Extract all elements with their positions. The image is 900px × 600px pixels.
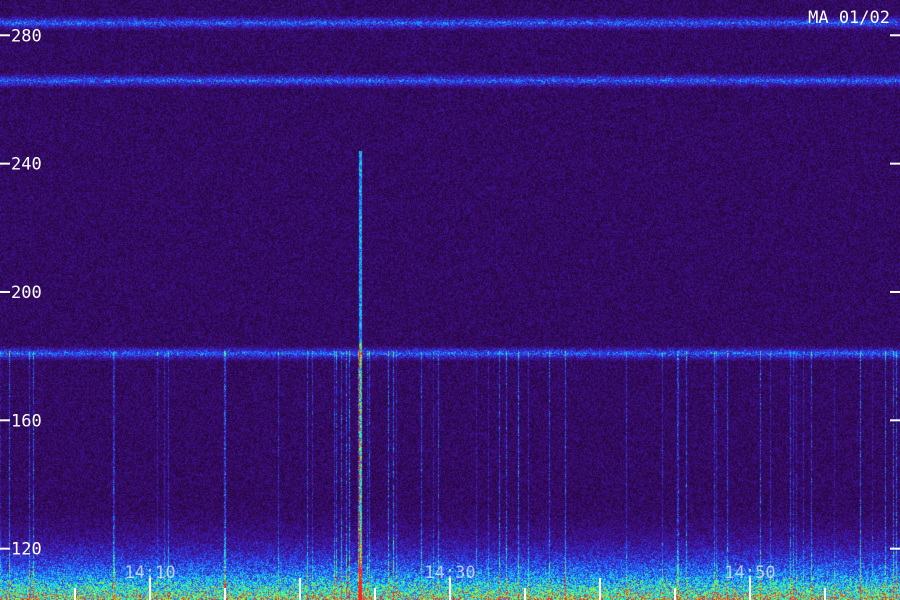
x-tick-label: 14:50 bbox=[724, 563, 775, 583]
spectrogram-figure: 280 240 200 160 120 14:10 14:30 14:50 MA 01/02 bbox=[0, 0, 900, 600]
x-tick-label: 14:10 bbox=[124, 563, 175, 583]
y-tick-label: 160 bbox=[11, 411, 42, 431]
y-tick-label: 240 bbox=[11, 155, 42, 175]
x-tick-label: 14:30 bbox=[424, 563, 475, 583]
axes-overlay: 280 240 200 160 120 14:10 14:30 14:50 MA 01/02 bbox=[0, 8, 900, 600]
x-axis: 14:10 14:30 14:50 bbox=[74, 563, 826, 600]
y-tick-label: 120 bbox=[11, 540, 42, 560]
corner-label: MA 01/02 bbox=[808, 8, 890, 28]
y-axis: 280 240 200 160 120 bbox=[0, 26, 900, 560]
y-tick-label: 280 bbox=[11, 26, 42, 46]
y-tick-label: 200 bbox=[11, 283, 42, 303]
